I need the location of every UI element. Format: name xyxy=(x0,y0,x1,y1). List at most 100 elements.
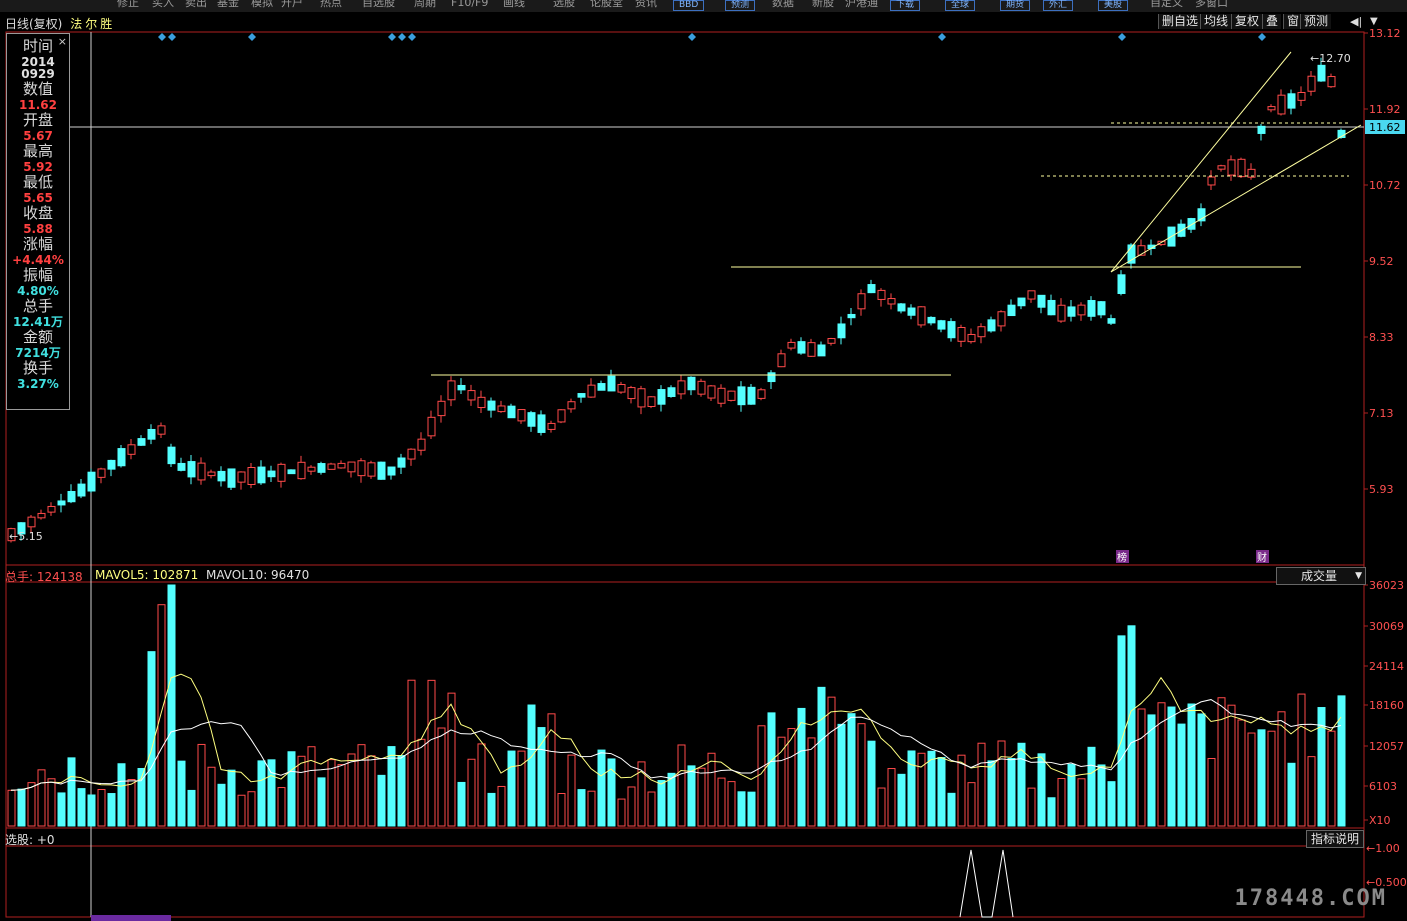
candle-body-125 xyxy=(1257,125,1266,134)
volume-bar-32 xyxy=(327,759,336,827)
volume-bar-52 xyxy=(527,704,536,827)
candle-body-118 xyxy=(1187,218,1196,230)
signal-diamond-8 xyxy=(1118,33,1126,41)
candle-body-88 xyxy=(887,298,896,305)
candle-body-81 xyxy=(817,344,826,357)
candle-body-62 xyxy=(627,387,636,400)
indicator-help-button[interactable]: 指标说明 xyxy=(1306,830,1365,848)
candle-body-131 xyxy=(1317,64,1326,82)
volume-bar-3 xyxy=(37,769,46,827)
volume-axis-label-0: 36023 xyxy=(1369,579,1404,592)
candle-body-37 xyxy=(377,461,386,480)
selection-signal-line xyxy=(959,849,1014,918)
volume-bar-45 xyxy=(457,781,466,827)
candle-body-126 xyxy=(1267,106,1276,111)
volume-bar-109 xyxy=(1097,764,1106,827)
volume-bar-49 xyxy=(497,785,506,827)
volume-bar-48 xyxy=(487,792,496,827)
candle-body-93 xyxy=(937,320,946,330)
candle-body-61 xyxy=(617,384,626,393)
volume-bar-129 xyxy=(1297,693,1306,827)
candle-body-47 xyxy=(477,396,486,409)
candle-body-89 xyxy=(897,303,906,312)
info-value-6: +4.44% xyxy=(12,253,64,267)
candle-body-13 xyxy=(137,438,146,446)
candle-body-44 xyxy=(447,380,456,401)
candle-body-52 xyxy=(527,412,536,427)
candle-body-121 xyxy=(1217,165,1226,170)
candle-body-63 xyxy=(637,388,646,408)
candle-body-99 xyxy=(997,311,1006,327)
candle-body-23 xyxy=(237,471,246,483)
event-marker-1: 财 xyxy=(1257,551,1267,564)
volume-bar-91 xyxy=(917,752,926,827)
candle-body-103 xyxy=(1037,294,1046,308)
info-label-3: 最高 xyxy=(22,142,53,160)
candle-body-67 xyxy=(677,380,686,395)
signal-diamond-6 xyxy=(688,33,696,41)
price-axis-label-1: 11.92 xyxy=(1369,103,1401,116)
volume-bar-112 xyxy=(1127,625,1136,827)
volume-bar-65 xyxy=(657,780,666,827)
info-label-4: 最低 xyxy=(22,173,53,191)
volume-bar-77 xyxy=(777,736,786,827)
volume-bar-35 xyxy=(357,744,366,827)
candle-body-18 xyxy=(187,461,196,478)
candle-body-35 xyxy=(357,460,366,477)
volume-bar-53 xyxy=(537,727,546,827)
signal-diamond-7 xyxy=(938,33,946,41)
trend-line-upper xyxy=(1110,51,1292,273)
volume-axis-label-6: X10 xyxy=(1369,814,1391,827)
low-price-marker: ←5.15 xyxy=(9,530,43,543)
high-price-marker: ←12.70 xyxy=(1310,52,1351,65)
candle-body-130 xyxy=(1307,75,1316,92)
candle-body-48 xyxy=(487,400,496,411)
volume-bar-100 xyxy=(1007,757,1016,827)
candle-body-46 xyxy=(467,390,476,401)
candle-body-84 xyxy=(847,313,856,319)
volume-bar-41 xyxy=(417,738,426,827)
candle-body-74 xyxy=(747,386,756,405)
candle-body-26 xyxy=(267,470,276,478)
candle-body-38 xyxy=(387,466,396,476)
candle-body-69 xyxy=(697,380,706,395)
candle-body-122 xyxy=(1227,159,1236,176)
candle-body-7 xyxy=(77,483,86,497)
price-axis-label-6: 7.13 xyxy=(1369,407,1394,420)
volume-bar-90 xyxy=(907,750,916,827)
volume-bar-9 xyxy=(97,789,106,827)
volume-bar-88 xyxy=(887,768,896,827)
volume-bar-68 xyxy=(687,765,696,827)
volume-bar-104 xyxy=(1047,797,1056,827)
volume-bar-42 xyxy=(427,679,436,827)
volume-bar-120 xyxy=(1207,757,1216,827)
candle-body-60 xyxy=(607,375,616,392)
volume-bar-43 xyxy=(437,727,446,827)
volume-indicator-select[interactable]: 成交量 ▼ xyxy=(1276,567,1366,585)
signal-diamond-1 xyxy=(168,33,176,41)
kline-chart[interactable]: 13.12 11.92 11.62 10.72 9.52 8.33 7.13 5.93 ←12.… xyxy=(0,0,1407,921)
info-label-10: 换手 xyxy=(22,359,53,377)
candle-body-107 xyxy=(1077,304,1086,316)
candle-body-8 xyxy=(87,471,96,492)
candle-body-49 xyxy=(497,405,506,413)
candle-body-77 xyxy=(777,353,786,368)
chevron-down-icon: ▼ xyxy=(1355,571,1362,581)
candle-body-4 xyxy=(47,505,56,513)
info-value-8: 12.41万 xyxy=(13,315,63,329)
info-value-5: 5.88 xyxy=(23,222,53,236)
candle-body-94 xyxy=(947,321,956,339)
candle-body-51 xyxy=(517,409,526,422)
volume-bar-37 xyxy=(377,774,386,827)
candle-body-98 xyxy=(987,319,996,332)
volume-bar-128 xyxy=(1287,762,1296,827)
volume-bar-2 xyxy=(27,782,36,827)
volume-bar-47 xyxy=(477,743,486,827)
volume-bar-19 xyxy=(197,743,206,827)
candle-body-91 xyxy=(917,306,926,326)
candle-body-16 xyxy=(167,446,176,465)
candle-body-83 xyxy=(837,323,846,339)
candle-body-54 xyxy=(547,422,556,430)
candle-body-109 xyxy=(1097,301,1106,316)
price-axis-label-2: 11.62 xyxy=(1369,121,1401,134)
